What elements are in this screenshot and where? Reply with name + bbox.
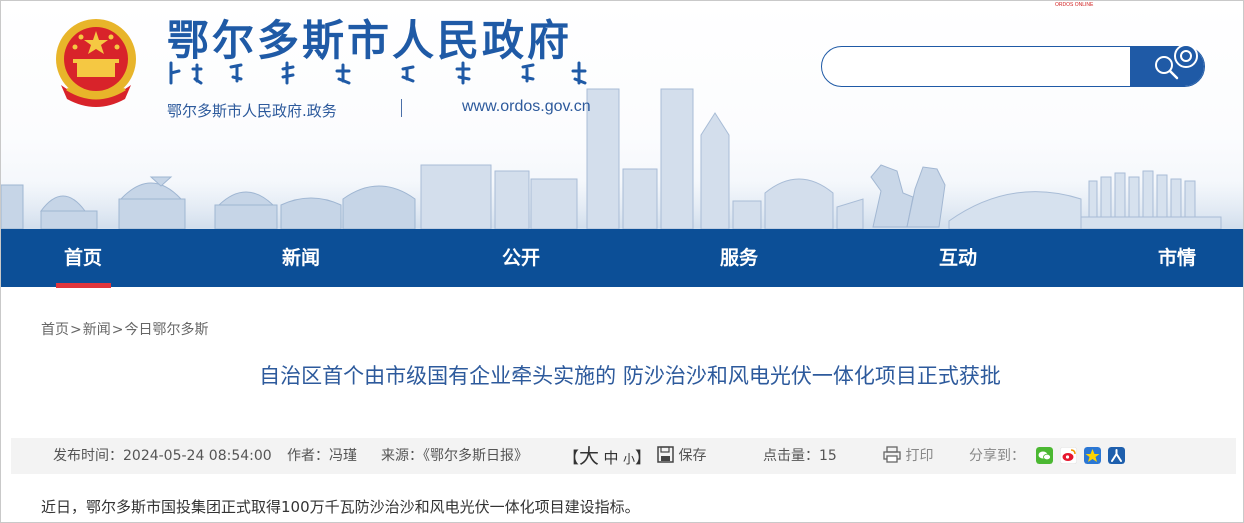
nav-item-interact[interactable]: 互动 bbox=[908, 229, 1008, 287]
accessibility-icon[interactable] bbox=[1173, 43, 1199, 69]
source-label: 来源： bbox=[381, 448, 423, 464]
site-header: 鄂尔多斯市人民政府 鄂尔多斯市人民政府.政务 www.ordos.gov.cn … bbox=[1, 1, 1243, 229]
subtitle-divider bbox=[401, 99, 402, 117]
search-box bbox=[821, 46, 1205, 87]
clicks-value: 15 bbox=[819, 448, 837, 464]
breadcrumb-news[interactable]: 新闻 bbox=[83, 322, 111, 338]
save-icon bbox=[657, 446, 674, 463]
breadcrumb-separator: > bbox=[70, 322, 82, 338]
article-meta-bar: 发布时间：2024-05-24 08:54:00 作者：冯瑾 来源：《鄂尔多斯日… bbox=[11, 438, 1236, 474]
font-size-big-button[interactable]: 大 bbox=[579, 444, 599, 468]
printer-icon bbox=[883, 446, 901, 463]
ordos-online-tag: ORDOS ONLINE bbox=[1055, 2, 1094, 8]
main-nav: 首页 新闻 公开 服务 互动 市情 bbox=[1, 229, 1243, 287]
font-size-mid-button[interactable]: 中 bbox=[603, 449, 618, 467]
font-size-switcher: 【大 中 小】 bbox=[563, 438, 651, 477]
page-frame: 鄂尔多斯市人民政府 鄂尔多斯市人民政府.政务 www.ordos.gov.cn … bbox=[0, 0, 1244, 523]
breadcrumb: 首页>新闻>今日鄂尔多斯 bbox=[41, 319, 208, 339]
mongolian-script-title bbox=[169, 61, 587, 85]
site-subtitle: 鄂尔多斯市人民政府.政务 bbox=[167, 102, 337, 120]
weibo-icon[interactable] bbox=[1060, 447, 1077, 464]
wechat-icon[interactable] bbox=[1036, 447, 1053, 464]
search-input[interactable] bbox=[822, 47, 1132, 86]
clicks-label: 点击量： bbox=[763, 448, 819, 464]
breadcrumb-home[interactable]: 首页 bbox=[41, 322, 69, 338]
nav-item-public[interactable]: 公开 bbox=[471, 229, 571, 287]
qzone-icon[interactable] bbox=[1084, 447, 1101, 464]
renren-icon[interactable] bbox=[1108, 447, 1125, 464]
breadcrumb-today-ordos[interactable]: 今日鄂尔多斯 bbox=[124, 322, 208, 338]
nav-item-city-info[interactable]: 市情 bbox=[1127, 229, 1227, 287]
nav-item-home[interactable]: 首页 bbox=[33, 229, 133, 287]
click-count: 点击量：15 bbox=[763, 438, 837, 474]
breadcrumb-separator: > bbox=[111, 322, 124, 338]
author: 作者：冯瑾 bbox=[287, 438, 357, 474]
save-label: 保存 bbox=[678, 448, 707, 464]
article-body-paragraph: 近日，鄂尔多斯市国投集团正式取得100万千瓦防沙治沙和风电光伏一体化项目建设指标… bbox=[41, 498, 640, 516]
save-button[interactable]: 保存 bbox=[657, 438, 706, 474]
publish-value: 2024-05-24 08:54:00 bbox=[123, 448, 272, 464]
article-title: 自治区首个由市级国有企业牵头实施的 防沙治沙和风电光伏一体化项目正式获批 bbox=[259, 364, 1001, 388]
author-value: 冯瑾 bbox=[329, 448, 357, 464]
print-button[interactable]: 打印 bbox=[883, 438, 933, 474]
font-size-small-button[interactable]: 小 bbox=[623, 452, 635, 466]
source-value: 《鄂尔多斯日报》 bbox=[423, 448, 528, 464]
font-bracket-close: 】 bbox=[634, 448, 651, 467]
national-emblem-logo bbox=[56, 19, 136, 107]
publish-label: 发布时间： bbox=[53, 448, 123, 464]
author-label: 作者： bbox=[287, 448, 329, 464]
nav-active-indicator bbox=[56, 283, 111, 288]
font-bracket-open: 【 bbox=[563, 448, 580, 467]
publish-time: 发布时间：2024-05-24 08:54:00 bbox=[53, 438, 272, 474]
nav-item-service[interactable]: 服务 bbox=[689, 229, 789, 287]
source: 来源：《鄂尔多斯日报》 bbox=[381, 438, 528, 474]
nav-item-news[interactable]: 新闻 bbox=[251, 229, 351, 287]
site-url[interactable]: www.ordos.gov.cn bbox=[462, 98, 591, 116]
share-label: 分享到： bbox=[969, 448, 1025, 464]
print-label: 打印 bbox=[905, 448, 934, 464]
